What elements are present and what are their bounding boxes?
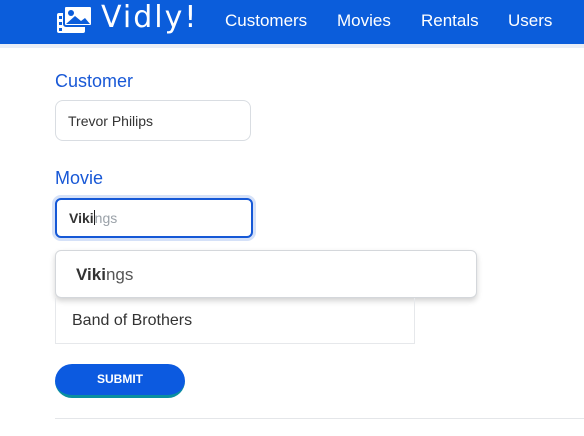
nav-link-customers[interactable]: Customers bbox=[225, 11, 307, 31]
list-item[interactable]: Band of Brothers bbox=[72, 312, 192, 330]
suggestion-match: Viki bbox=[76, 265, 106, 284]
suggestion-rest: ngs bbox=[105, 265, 134, 284]
submit-button[interactable]: SUBMIT bbox=[55, 364, 185, 398]
movie-autocomplete-hint: ngs bbox=[94, 210, 118, 226]
brand-link[interactable]: Vidly! bbox=[55, 0, 198, 40]
customer-label: Customer bbox=[55, 71, 134, 91]
movie-label: Movie bbox=[55, 168, 104, 188]
film-icon bbox=[57, 5, 93, 33]
divider bbox=[55, 418, 584, 419]
navbar: Vidly! Customers Movies Rentals Users bbox=[0, 0, 584, 48]
customer-value: Trevor Philips bbox=[68, 113, 154, 129]
movie-input[interactable]: Vikings bbox=[55, 198, 253, 238]
movie-typed-text: Viki bbox=[69, 210, 94, 226]
brand-name: Vidly! bbox=[101, 0, 199, 35]
nav-link-rentals[interactable]: Rentals bbox=[421, 11, 479, 31]
customer-input[interactable]: Trevor Philips bbox=[55, 100, 251, 141]
suggestion-item[interactable]: Vikings bbox=[76, 265, 133, 285]
nav-link-movies[interactable]: Movies bbox=[337, 11, 391, 31]
nav-link-users[interactable]: Users bbox=[508, 11, 552, 31]
selected-movies-list: Band of Brothers bbox=[55, 298, 415, 344]
movie-suggestions-dropdown: Vikings bbox=[55, 250, 477, 298]
movie-input-text: Vikings bbox=[69, 210, 117, 226]
